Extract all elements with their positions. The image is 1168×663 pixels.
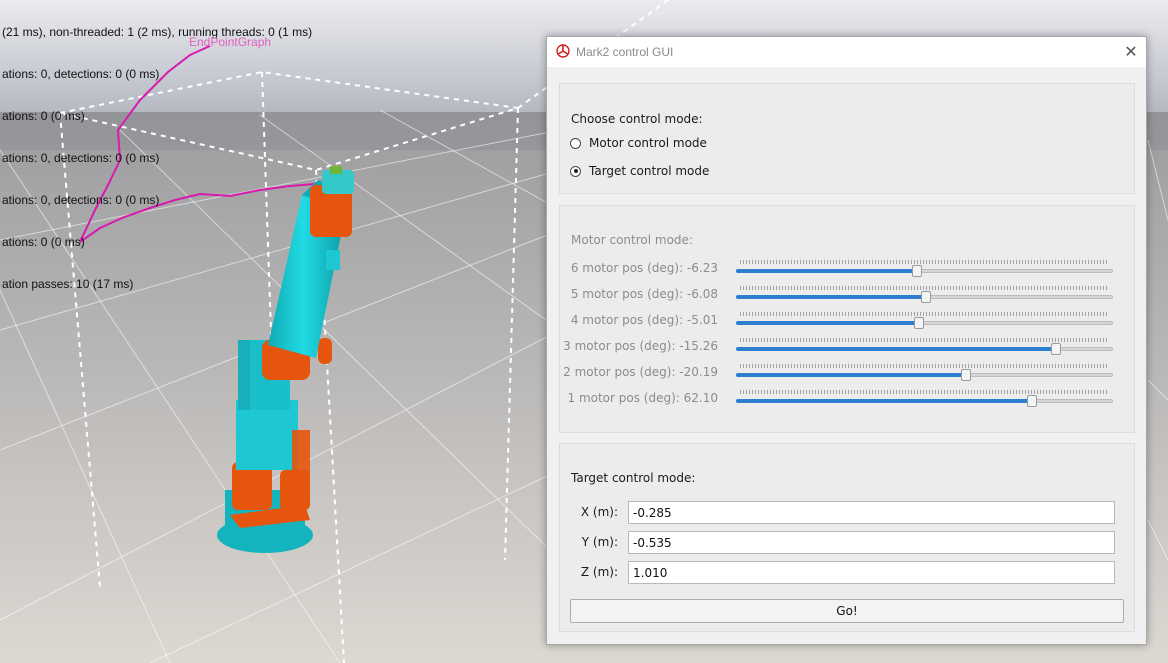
motor-slider-row: 4 motor pos (deg): -5.01: [560, 310, 1136, 336]
motor-slider-row: 1 motor pos (deg): 62.10: [560, 388, 1136, 414]
control-mode-title: Choose control mode:: [571, 112, 703, 126]
x-label: X (m):: [580, 505, 618, 519]
stats-line: ations: 0 (0 ms): [2, 109, 85, 123]
app-logo-icon: [556, 44, 570, 58]
motor-slider[interactable]: [736, 310, 1113, 332]
go-button[interactable]: Go!: [570, 599, 1124, 623]
radio-checked-icon[interactable]: [570, 165, 581, 177]
y-input[interactable]: [628, 531, 1115, 554]
radio-label: Target control mode: [589, 164, 710, 178]
slider-fill: [736, 295, 927, 299]
motor-slider[interactable]: [736, 362, 1113, 384]
slider-thumb[interactable]: [960, 369, 971, 381]
title-bar[interactable]: Mark2 control GUI ✕: [547, 37, 1146, 67]
motor-slider-label: 1 motor pos (deg): 62.10: [567, 391, 719, 405]
slider-thumb[interactable]: [913, 317, 924, 329]
motor-control-title: Motor control mode:: [571, 233, 693, 247]
slider-thumb[interactable]: [1051, 343, 1062, 355]
slider-ticks: [740, 338, 1109, 342]
slider-thumb[interactable]: [1026, 395, 1037, 407]
slider-ticks: [740, 390, 1109, 394]
slider-ticks: [740, 364, 1109, 368]
motor-slider-row: 3 motor pos (deg): -15.26: [560, 336, 1136, 362]
slider-fill: [736, 321, 919, 325]
motor-slider-row: 2 motor pos (deg): -20.19: [560, 362, 1136, 388]
slider-fill: [736, 373, 966, 377]
x-field-row: X (m):: [560, 501, 1136, 525]
target-control-group: Target control mode: X (m): Y (m): Z (m)…: [559, 443, 1135, 632]
stats-line: ation passes: 10 (17 ms): [2, 277, 134, 291]
z-label: Z (m):: [580, 565, 618, 579]
z-field-row: Z (m):: [560, 561, 1136, 585]
x-input[interactable]: [628, 501, 1115, 524]
y-label: Y (m):: [581, 535, 618, 549]
radio-unchecked-icon[interactable]: [570, 137, 581, 149]
motor-control-group: Motor control mode: 6 motor pos (deg): -…: [559, 205, 1135, 433]
stats-line: ations: 0 (0 ms): [2, 235, 85, 249]
motor-slider-label: 4 motor pos (deg): -5.01: [570, 313, 718, 327]
slider-fill: [736, 347, 1057, 351]
slider-ticks: [740, 286, 1109, 290]
slider-fill: [736, 269, 917, 273]
target-control-title: Target control mode:: [571, 471, 696, 485]
motor-slider-label: 2 motor pos (deg): -20.19: [563, 365, 718, 379]
motor-slider[interactable]: [736, 336, 1113, 358]
stats-line: ations: 0, detections: 0 (0 ms): [2, 193, 160, 207]
motor-slider-row: 6 motor pos (deg): -6.23: [560, 258, 1136, 284]
slider-thumb[interactable]: [911, 265, 922, 277]
stats-line: ations: 0, detections: 0 (0 ms): [2, 67, 160, 81]
radio-label: Motor control mode: [589, 136, 707, 150]
motor-slider-label: 5 motor pos (deg): -6.08: [570, 287, 718, 301]
close-button[interactable]: ✕: [1116, 37, 1146, 67]
mark2-control-dialog: Mark2 control GUI ✕ Choose control mode:…: [546, 36, 1147, 645]
control-mode-group: Choose control mode: Motor control mode …: [559, 83, 1135, 194]
z-input[interactable]: [628, 561, 1115, 584]
window-title: Mark2 control GUI: [576, 45, 674, 59]
motor-control-mode-radio[interactable]: Motor control mode: [570, 134, 707, 152]
stats-line: ations: 0, detections: 0 (0 ms): [2, 151, 160, 165]
motor-slider[interactable]: [736, 258, 1113, 280]
target-control-mode-radio[interactable]: Target control mode: [570, 162, 709, 180]
motor-slider[interactable]: [736, 388, 1113, 410]
slider-ticks: [740, 260, 1109, 264]
endpoint-graph-label: EndPointGraph: [189, 35, 272, 49]
slider-thumb[interactable]: [921, 291, 932, 303]
slider-ticks: [740, 312, 1109, 316]
slider-fill: [736, 399, 1032, 403]
motor-slider-row: 5 motor pos (deg): -6.08: [560, 284, 1136, 310]
motor-slider[interactable]: [736, 284, 1113, 306]
motor-slider-label: 6 motor pos (deg): -6.23: [570, 261, 718, 275]
y-field-row: Y (m):: [560, 531, 1136, 555]
motor-slider-label: 3 motor pos (deg): -15.26: [563, 339, 718, 353]
